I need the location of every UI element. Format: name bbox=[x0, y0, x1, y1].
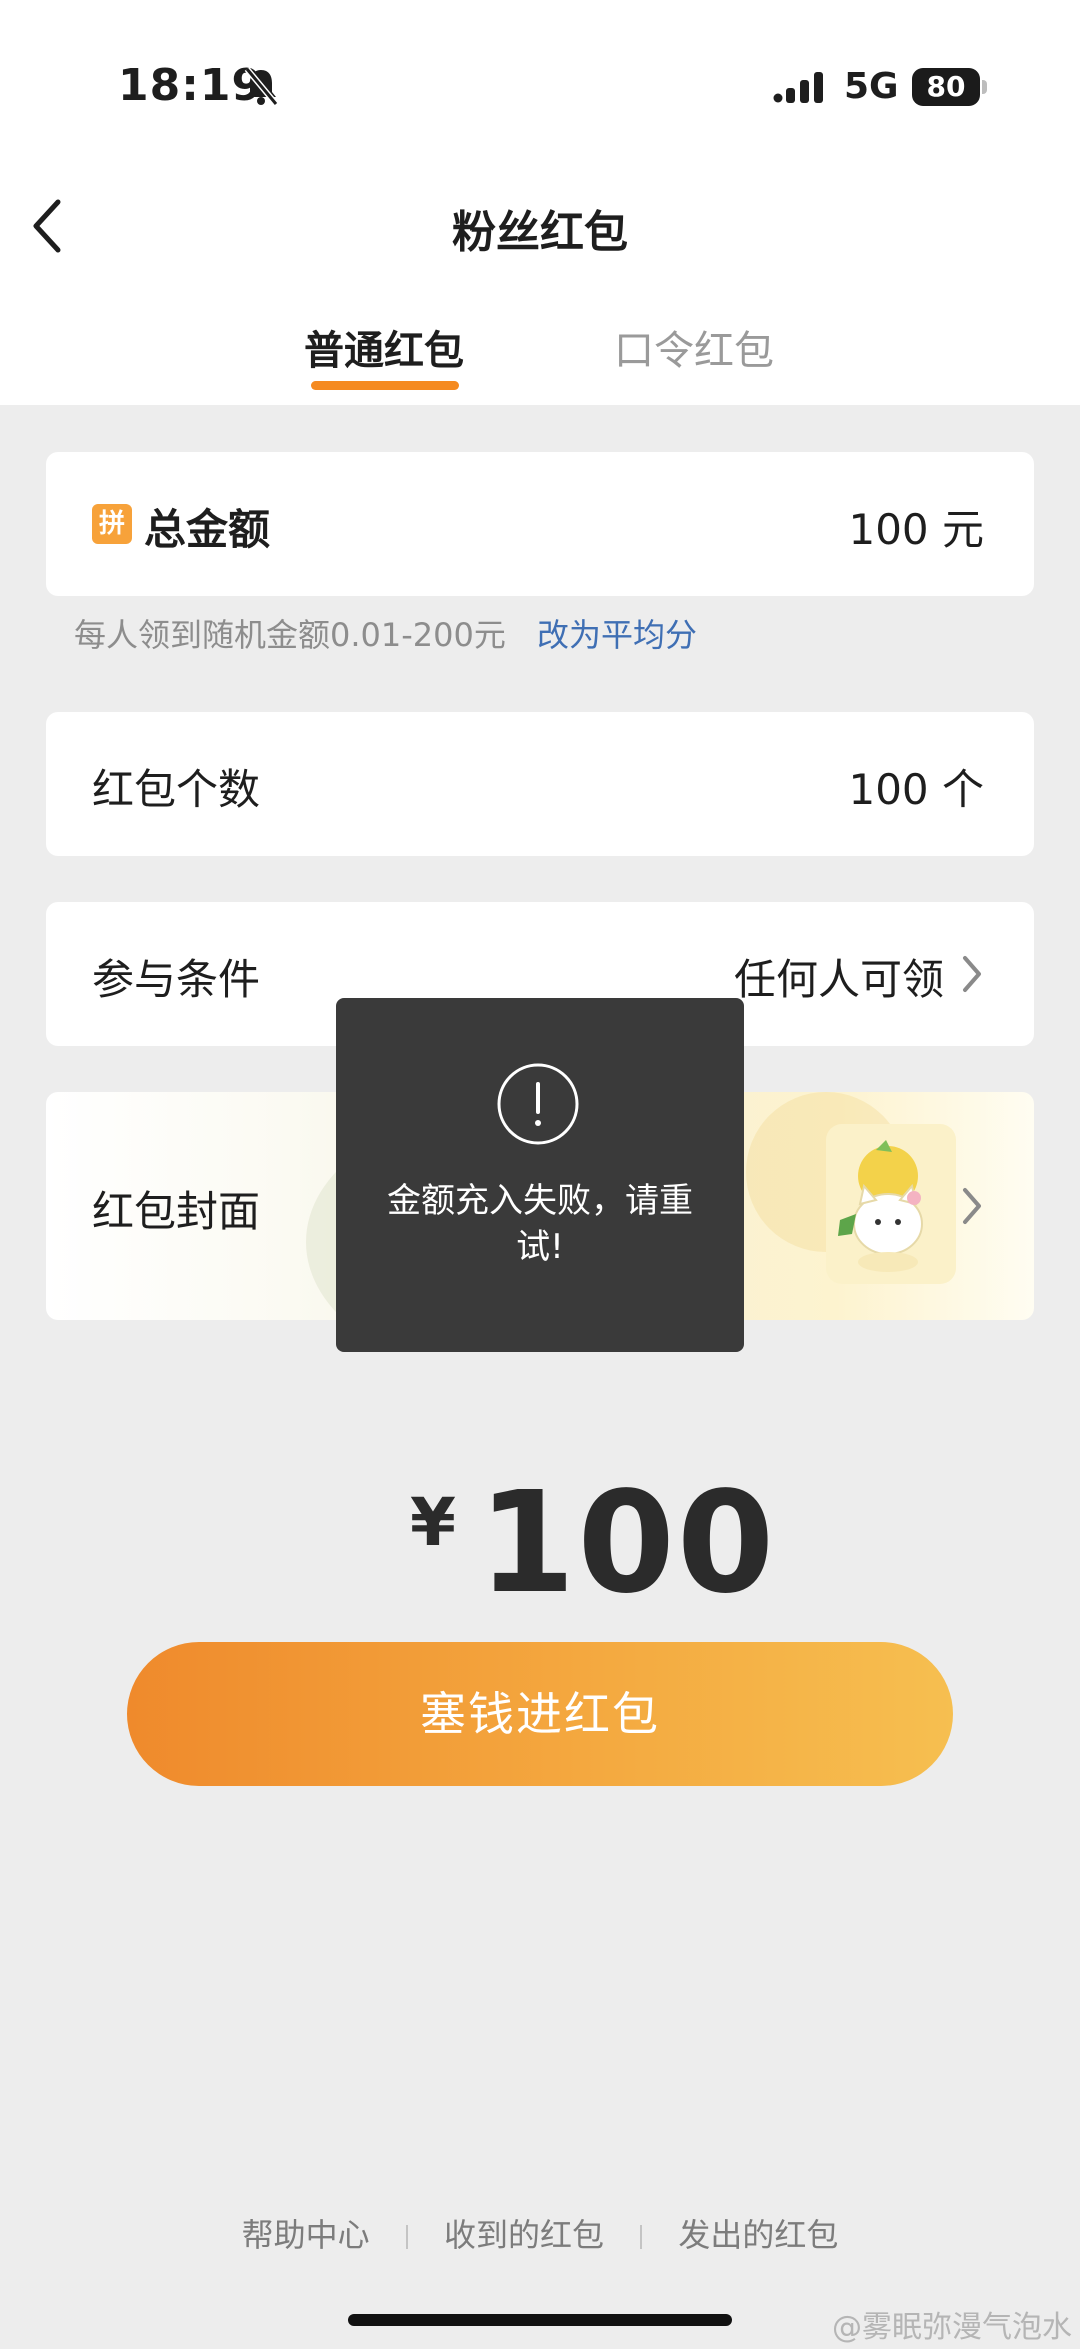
switch-to-average-link[interactable]: 改为平均分 bbox=[537, 610, 697, 656]
active-tab-indicator bbox=[311, 381, 459, 390]
toast-message: 金额充入失败，请重试! bbox=[387, 1181, 693, 1267]
amount-display: 100 bbox=[478, 1462, 777, 1625]
tab-normal-red-packet[interactable]: 普通红包 bbox=[304, 318, 464, 376]
put-money-button[interactable]: 塞钱进红包 bbox=[127, 1642, 953, 1786]
random-amount-badge: 拼 bbox=[92, 504, 132, 544]
packet-count-label: 红包个数 bbox=[92, 765, 261, 814]
help-center-link[interactable]: 帮助中心 bbox=[242, 2210, 370, 2256]
received-packets-link[interactable]: 收到的红包 bbox=[444, 2210, 604, 2256]
random-amount-hint: 每人领到随机金额0.01-200元 bbox=[74, 616, 506, 654]
footer-divider bbox=[405, 2225, 408, 2249]
total-amount-card[interactable]: 拼 总金额 100 元 bbox=[46, 452, 1034, 596]
battery-tip bbox=[982, 80, 987, 94]
network-type: 5G bbox=[844, 66, 899, 107]
chevron-right-icon bbox=[963, 1188, 981, 1224]
bell-muted-icon bbox=[244, 67, 279, 106]
battery-indicator: 80 bbox=[912, 68, 980, 106]
total-amount-label: 总金额 bbox=[144, 505, 271, 554]
footer-links: 帮助中心 收到的红包 发出的红包 bbox=[0, 2210, 1080, 2256]
cover-thumbnail bbox=[826, 1124, 956, 1284]
chevron-right-icon bbox=[963, 956, 981, 992]
signal-icon bbox=[773, 72, 823, 103]
condition-label: 参与条件 bbox=[92, 955, 261, 1004]
total-amount-value[interactable]: 100 元 bbox=[848, 496, 984, 557]
cat-mascot-icon bbox=[838, 1140, 923, 1272]
packet-count-value[interactable]: 100 个 bbox=[848, 756, 984, 817]
cover-label: 红包封面 bbox=[92, 1187, 261, 1236]
condition-value: 任何人可领 bbox=[733, 955, 944, 1004]
tab-password-red-packet[interactable]: 口令红包 bbox=[614, 318, 774, 376]
footer-divider bbox=[640, 2225, 643, 2249]
page-title: 粉丝红包 bbox=[452, 207, 628, 258]
packet-count-card[interactable]: 红包个数 100 个 bbox=[46, 712, 1034, 856]
exclamation-icon bbox=[497, 1063, 579, 1145]
home-indicator[interactable] bbox=[348, 2314, 732, 2326]
watermark: @雾眠弥漫气泡水 bbox=[832, 2310, 1072, 2345]
sent-packets-link[interactable]: 发出的红包 bbox=[678, 2210, 838, 2256]
error-toast: 金额充入失败，请重试! bbox=[336, 998, 744, 1352]
currency-symbol: ¥ bbox=[410, 1484, 456, 1561]
